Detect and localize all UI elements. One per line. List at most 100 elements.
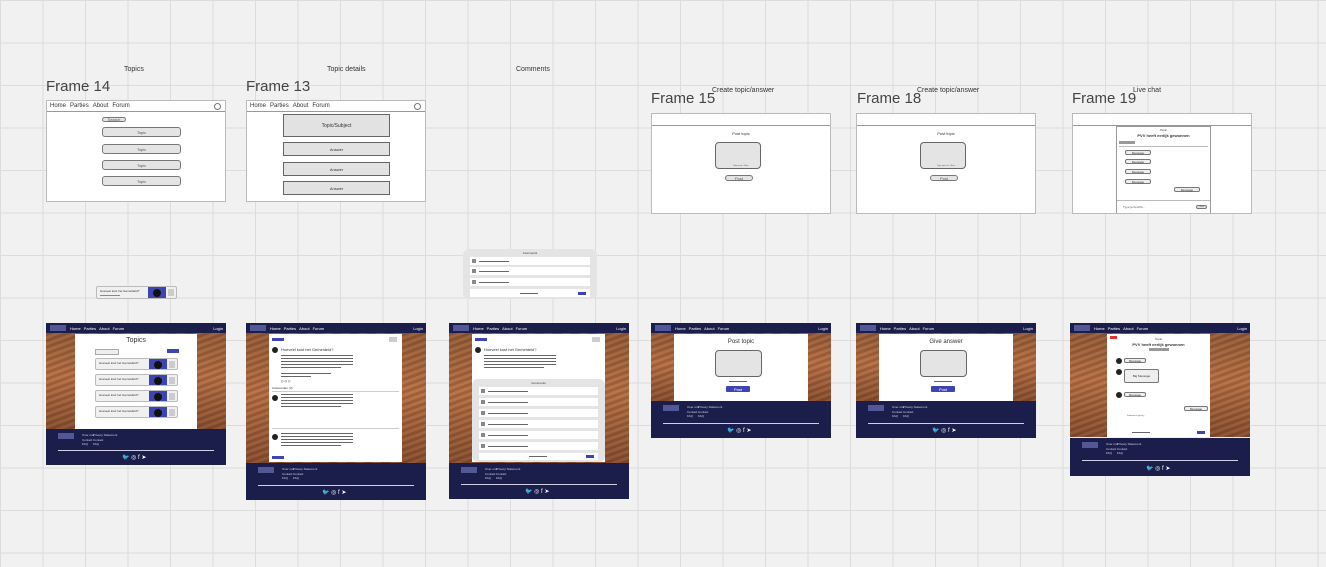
nav-home[interactable]: Home [675,326,686,331]
hifi-topic-details-frame[interactable]: Home Parties About Forum Login Hoeveel k… [246,323,426,500]
chat-input[interactable] [1132,432,1150,433]
footer-link[interactable]: FAQ [293,476,299,480]
frame-title-15[interactable]: Frame 15 [651,90,715,107]
nav-about[interactable]: About [93,103,109,109]
nav-home[interactable]: Home [1094,326,1105,331]
menu-icon[interactable] [169,361,175,368]
footer-link[interactable]: FAQ [1106,451,1112,455]
social-icons[interactable]: 🐦 ◎ f ➤ [1146,465,1170,472]
frame-title-13[interactable]: Frame 13 [246,78,310,95]
menu-icon[interactable] [169,409,175,416]
login-link[interactable]: Login [1237,326,1247,331]
site-logo[interactable] [1074,325,1090,331]
site-logo[interactable] [250,325,266,331]
nav-home[interactable]: Home [70,326,81,331]
nav-forum[interactable]: Forum [718,326,730,331]
nav-forum[interactable]: Forum [113,326,125,331]
login-link[interactable]: Login [413,326,423,331]
footer-link[interactable]: Privacy Statement [293,467,317,471]
chat-input[interactable]: Type je bericht... [1123,205,1145,209]
topic-item[interactable]: Topic [102,127,181,137]
nav-forum[interactable]: Forum [112,103,129,109]
nav-parties[interactable]: Parties [284,326,296,331]
footer-link[interactable]: FAQ [698,414,704,418]
footer-link[interactable]: Privacy Statement [1117,442,1141,446]
nav-parties[interactable]: Parties [689,326,701,331]
site-logo[interactable] [50,325,66,331]
nav-home[interactable]: Home [270,326,281,331]
topic-item[interactable]: Topic [102,160,181,170]
comment-input-row[interactable] [470,289,590,297]
hifi-topics-frame[interactable]: Home Parties About Forum Login Topics Ho… [46,323,226,465]
nav-forum[interactable]: Forum [1137,326,1149,331]
hifi-comments-frame[interactable]: Home Parties About Forum Login Hoeveel k… [449,323,629,499]
post-button[interactable]: Post [931,386,955,392]
nav-home[interactable]: Home [473,326,484,331]
topic-card[interactable]: Hoeveel kost het Gemeldeld? [95,374,178,386]
post-button[interactable]: Post [726,386,750,392]
site-logo[interactable] [860,325,876,331]
nav-parties[interactable]: Parties [270,103,289,109]
footer-link[interactable]: FAQ [903,414,909,418]
login-link[interactable]: Login [213,326,223,331]
nav-about[interactable]: About [704,326,714,331]
nav-about[interactable]: About [99,326,109,331]
nav-parties[interactable]: Parties [487,326,499,331]
social-icons[interactable]: 🐦 ◎ f ➤ [932,427,956,434]
footer-link[interactable]: Privacy Statement [496,467,520,471]
footer-link[interactable]: Privacy Statement [93,433,117,437]
frame-title-14[interactable]: Frame 14 [46,78,110,95]
footer-link[interactable]: FAQ [1117,451,1123,455]
nav-about[interactable]: About [502,326,512,331]
user-avatar-icon[interactable] [214,103,221,110]
frame-14-wireframe[interactable]: Home Parties About Forum Search Topic To… [46,100,226,202]
nav-about[interactable]: About [293,103,309,109]
footer-link[interactable]: Privacy Statement [903,405,927,409]
post-button[interactable]: Post [725,175,753,181]
nav-forum[interactable]: Forum [516,326,528,331]
reaction-icons[interactable]: ◎ ◎ ◎ [281,379,291,383]
menu-icon[interactable] [168,289,174,296]
topic-item[interactable]: Topic [102,144,181,154]
topic-card[interactable]: Hoeveel kost het Gemeldeld? [95,406,178,418]
topic-card[interactable]: Hoeveel kost het Gemeldeld? [95,390,178,402]
nav-about[interactable]: About [909,326,919,331]
nav-forum[interactable]: Forum [313,326,325,331]
send-button[interactable] [1197,431,1205,434]
topic-card-component[interactable]: Hoeveel kost het Gemeldeld? [96,286,177,299]
comment-input-row[interactable] [479,453,598,460]
login-link[interactable]: Login [616,326,626,331]
search-input[interactable]: Search [102,117,126,122]
frame-15-wireframe[interactable]: Post topic Name wir. / Nam Post [651,113,831,214]
nav-about[interactable]: About [1123,326,1133,331]
hifi-post-topic-frame[interactable]: Home Parties About Forum Login Post topi… [651,323,831,438]
back-button[interactable] [272,338,284,341]
topic-card[interactable]: Hoeveel kost het Gemeldeld? [95,358,178,370]
footer-link[interactable]: FAQ [82,442,88,446]
footer-link[interactable]: FAQ [282,476,288,480]
nav-parties[interactable]: Parties [1108,326,1120,331]
social-icons[interactable]: 🐦 ◎ f ➤ [322,489,346,496]
login-link[interactable]: Login [818,326,828,331]
new-topic-button[interactable] [167,349,179,353]
menu-icon[interactable] [169,393,175,400]
topic-item[interactable]: Topic [102,176,181,186]
back-button[interactable] [475,338,487,341]
nav-parties[interactable]: Parties [84,326,96,331]
footer-link[interactable]: FAQ [496,476,502,480]
answer-textarea[interactable] [920,350,967,377]
footer-link[interactable]: Privacy Statement [698,405,722,409]
nav-about[interactable]: About [299,326,309,331]
frame-19-wireframe[interactable]: Topic PVV heeft eerlijk gewonnen Message… [1072,113,1252,214]
social-icons[interactable]: 🐦 ◎ f ➤ [727,427,751,434]
social-icons[interactable]: 🐦 ◎ f ➤ [525,488,549,495]
site-logo[interactable] [655,325,671,331]
search-input[interactable] [95,349,119,355]
user-avatar-icon[interactable] [414,103,421,110]
frame-18-wireframe[interactable]: Post topic Type your txt. / Nam Post [856,113,1036,214]
post-button[interactable]: Post [930,175,958,181]
nav-home[interactable]: Home [50,103,66,109]
footer-link[interactable]: FAQ [93,442,99,446]
hifi-give-answer-frame[interactable]: Home Parties About Forum Login Give answ… [856,323,1036,438]
social-icons[interactable]: 🐦 ◎ f ➤ [122,454,146,461]
